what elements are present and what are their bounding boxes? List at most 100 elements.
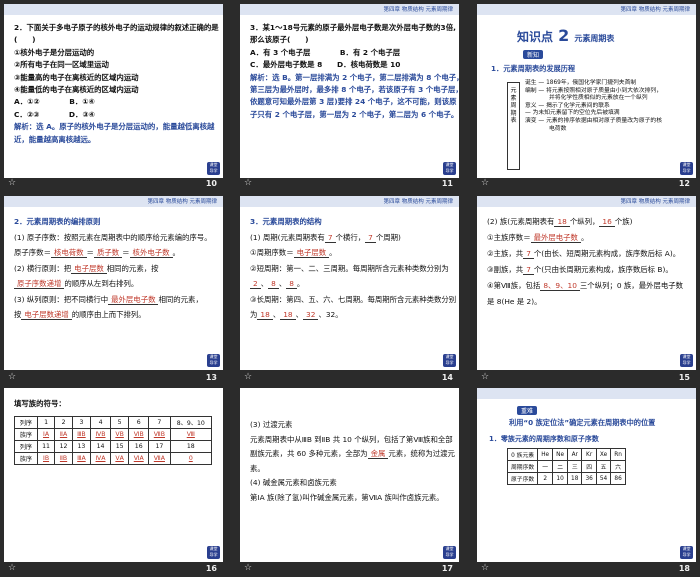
- content-line: (4) 碱金属元素和卤族元素: [250, 478, 337, 487]
- star-icon[interactable]: ☆: [481, 372, 489, 382]
- table-cell: 5: [110, 416, 130, 429]
- table-row: 周期序数一二三四五六: [506, 460, 626, 473]
- table-cell: 15: [110, 440, 130, 453]
- knowledge-point-title: 知识点 2 元素周期表: [517, 26, 615, 45]
- table-cell: 四: [581, 460, 597, 473]
- answer-blank: 质子数: [93, 248, 123, 258]
- question-line: ④能量低的电子在离核近的区域内运动: [14, 85, 139, 95]
- table-cell: 五: [595, 460, 612, 473]
- slide-footer: ☆ 13: [4, 370, 223, 386]
- star-icon[interactable]: ☆: [244, 372, 252, 382]
- slide-13[interactable]: 第四章 物质结构 元素周期律 2．元素周期表的编排原则 (1) 原子序数：按照元…: [4, 196, 223, 370]
- nav-corner-button[interactable]: 课堂 导学: [680, 354, 693, 367]
- slide-17[interactable]: (3) 过渡元素 元素周期表中从ⅢB 到ⅡB 共 10 个纵列，包括了第Ⅷ族和全…: [240, 388, 459, 562]
- explanation-line: 近，能量越高离核越远。: [14, 134, 96, 144]
- list-item: 并将化学性质相似的元素放在一个纵列: [549, 95, 648, 102]
- table-cell: ⅦA: [148, 452, 171, 465]
- table-cell: Kr: [581, 448, 597, 461]
- star-icon[interactable]: ☆: [244, 178, 252, 188]
- question-line: A．①② B．①④: [14, 97, 95, 107]
- table-cell: ⅦB: [148, 428, 171, 441]
- nav-corner-button[interactable]: 课堂 导学: [443, 162, 456, 175]
- table-cell: 六: [610, 460, 626, 473]
- question-line: 那么该原子( ): [250, 35, 309, 45]
- table-cell: Ne: [552, 448, 569, 461]
- answer-blank: 16: [599, 217, 615, 227]
- table-row: 原子序数 2 10 18 36 54 86: [506, 472, 626, 485]
- slide-footer: ☆ 15: [477, 370, 696, 386]
- structure-line: (1) 周期(元素周期表有 7 个横行， 7 个周期): [250, 232, 401, 243]
- nav-corner-button[interactable]: 课堂 导学: [207, 354, 220, 367]
- table-cell: ⅤA: [110, 452, 130, 465]
- table-cell: 7: [148, 416, 171, 429]
- slide-footer: ☆ 17: [240, 561, 459, 577]
- structure-line: 为 18、 18、 32 、32。: [250, 310, 343, 320]
- nav-corner-button[interactable]: 课堂 导学: [443, 354, 456, 367]
- nav-corner-button[interactable]: 课堂 导学: [680, 162, 693, 175]
- star-icon[interactable]: ☆: [481, 178, 489, 188]
- slide-16[interactable]: 填写族的符号： 列序 1 2 3 4 5 6 7 8、9、10 族序 ⅠA ⅡA ⅢB ⅣB ⅤB ⅥB ⅦB Ⅷ…: [4, 388, 223, 562]
- star-icon[interactable]: ☆: [481, 563, 489, 573]
- slide-header: 第四章 物质结构 元素周期律: [240, 196, 459, 207]
- nav-corner-button[interactable]: 课堂 导学: [443, 546, 456, 559]
- slide-10[interactable]: 2．下面关于多电子原子的核外电子的运动规律的叙述正确的是 ( ) ①核外电子是分…: [4, 4, 223, 178]
- content-line: 素。: [250, 463, 265, 473]
- table-cell: 86: [610, 472, 626, 485]
- structure-line: ②短周期：第一、二、三周期。每周期所含元素种类数分别为: [250, 263, 449, 273]
- rule-line: 原子序数递增 的顺序从左到右排列。: [14, 276, 213, 292]
- group-line: 是 8(He 是 2)。: [487, 297, 542, 306]
- slide-11[interactable]: 第四章 物质结构 元素周期律 3．某1～18号元素的原子最外层电子数是次外层电子…: [240, 4, 459, 178]
- star-icon[interactable]: ☆: [244, 563, 252, 573]
- slide-number: 18: [678, 564, 690, 573]
- section-title: 1．元素周期表的发展历程: [491, 64, 576, 73]
- slide-body: 3．元素周期表的结构 (1) 周期(元素周期表有 7 个横行， 7 个周期) ①周期序数…: [250, 214, 456, 323]
- answer-blank: 18: [554, 217, 570, 227]
- answer-blank: 32: [303, 310, 319, 320]
- table-cell: 14: [90, 440, 112, 453]
- answer-blank: 7: [365, 232, 376, 243]
- slide-number: 14: [441, 373, 453, 382]
- table-cell: 1: [36, 416, 56, 429]
- slide-number: 11: [441, 179, 453, 188]
- table-cell: Rn: [610, 448, 626, 461]
- slide-12[interactable]: 第四章 物质结构 元素周期律 知识点 2 元素周期表 新知 1．元素周期表的发展…: [477, 4, 696, 178]
- table-cell: ⅢB: [71, 428, 92, 441]
- table-cell: 12: [54, 440, 73, 453]
- table-cell: ⅥA: [128, 452, 150, 465]
- row-header-cell: 周期序数: [506, 460, 539, 473]
- star-icon[interactable]: ☆: [8, 178, 16, 188]
- star-icon[interactable]: ☆: [8, 372, 16, 382]
- history-list: 诞生 — 1869年，俄国化学家门捷列夫首制 编制 — 将元素按照相对原子质量由…: [525, 80, 689, 133]
- group-symbol-table: 列序 1 2 3 4 5 6 7 8、9、10 族序 ⅠA ⅡA ⅢB ⅣB ⅤB ⅥB ⅦB Ⅷ 列序 11 12 13…: [14, 416, 213, 465]
- list-item: 诞生 — 1869年，俄国化学家门捷列夫首制: [525, 80, 637, 86]
- nav-corner-button[interactable]: 课堂 导学: [680, 546, 693, 559]
- question-line: ②所有电子在同一区域里运动: [14, 60, 109, 70]
- section-title: 2．元素周期表的编排原则: [14, 217, 101, 226]
- table-cell: 8、9、10: [169, 416, 213, 429]
- table-cell: ⅤB: [110, 428, 130, 441]
- nav-corner-button[interactable]: 课堂 导学: [207, 162, 220, 175]
- answer-blank: 最外层电子数: [108, 294, 159, 305]
- slide-14[interactable]: 第四章 物质结构 元素周期律 3．元素周期表的结构 (1) 周期(元素周期表有 7…: [240, 196, 459, 370]
- star-icon[interactable]: ☆: [8, 563, 16, 573]
- question-line: C．最外层电子数是 8 D．核电荷数是 10: [250, 60, 401, 70]
- table-cell: Xe: [595, 448, 612, 461]
- table-cell: 18: [567, 472, 583, 485]
- slide-footer: ☆ 11: [240, 176, 459, 192]
- slide-footer: ☆ 10: [4, 176, 223, 192]
- table-cell: ⅡB: [54, 452, 73, 465]
- slide-body: 2．元素周期表的编排原则 (1) 原子序数：按照元素在周期表中的顺序给元素编的序…: [14, 214, 213, 323]
- rule-line: (2) 横行原则：把 电子层数 相同的元素，按: [14, 263, 159, 274]
- slide-body: 2．下面关于多电子原子的核外电子的运动规律的叙述正确的是 ( ) ①核外电子是分…: [14, 22, 219, 146]
- question-line: ③能量高的电子在离核近的区域内运动: [14, 72, 139, 82]
- table-cell: 54: [595, 472, 612, 485]
- slide-header: 第四章 物质结构 元素周期律: [240, 4, 459, 15]
- nav-corner-button[interactable]: 课堂 导学: [207, 546, 220, 559]
- explanation-line: 依题意可知最外层第 3 层)要排 24 个电子，这不可能，则该原: [250, 97, 457, 107]
- row-header-cell: 列序: [14, 440, 38, 453]
- slide-header: 第四章 物质结构 元素周期律: [477, 196, 696, 207]
- row-header-cell: 列序: [14, 416, 38, 429]
- table-cell: 11: [36, 440, 56, 453]
- slide-18[interactable]: 重难 利用“0 族定位法”确定元素在周期表中的位置 1．零族元素的周期序数和原子…: [477, 388, 696, 562]
- slide-15[interactable]: 第四章 物质结构 元素周期律 (2) 族(元素周期表有 18 个纵列， 16 个族) ①…: [477, 196, 696, 370]
